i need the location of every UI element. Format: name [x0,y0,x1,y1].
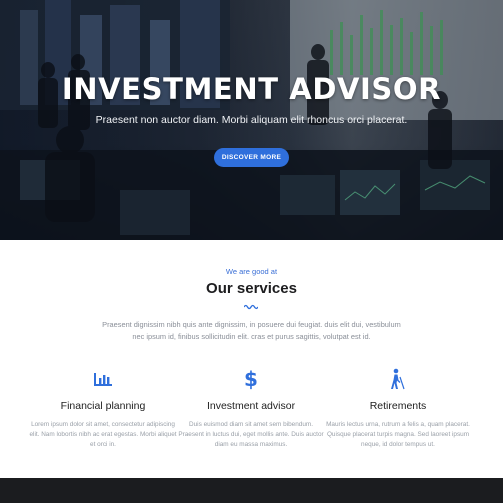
discover-more-button[interactable]: DISCOVER MORE [214,148,289,167]
services-title: Our services [206,280,297,297]
service-card-retirements: Retirements Mauris lectus urna, rutrum a… [323,368,473,450]
hero-subtitle: Praesent non auctor diam. Morbi aliquam … [95,114,408,126]
service-title: Investment advisor [206,400,296,412]
services-section: We are good at Our services Praesent dig… [0,240,503,478]
service-card-financial-planning: Financial planning Lorem ipsum dolor sit… [28,368,178,450]
service-title: Financial planning [60,400,146,412]
wave-divider-icon [244,304,258,310]
hero-section: INVESTMENT ADVISOR Praesent non auctor d… [0,0,503,240]
dollar-icon: $ [244,368,258,390]
service-description: Duis euismod diam sit amet sem bibendum.… [178,421,324,448]
service-description: Mauris lectus urna, rutrum a felis a, qu… [326,421,470,448]
footer-strip [0,478,503,503]
services-intro: Praesent dignissim nibh quis ante dignis… [102,320,401,341]
bar-chart-icon [94,373,112,386]
service-card-investment-advisor: $ Investment advisor Duis euismod diam s… [176,368,326,450]
hero-content: INVESTMENT ADVISOR Praesent non auctor d… [0,0,503,240]
services-eyebrow: We are good at [225,267,278,276]
person-walking-cane-icon [391,368,405,390]
svg-text:$: $ [244,368,258,390]
hero-title: INVESTMENT ADVISOR [61,72,442,106]
service-title: Retirements [369,400,427,412]
service-description: Lorem ipsum dolor sit amet, consectetur … [29,421,177,448]
